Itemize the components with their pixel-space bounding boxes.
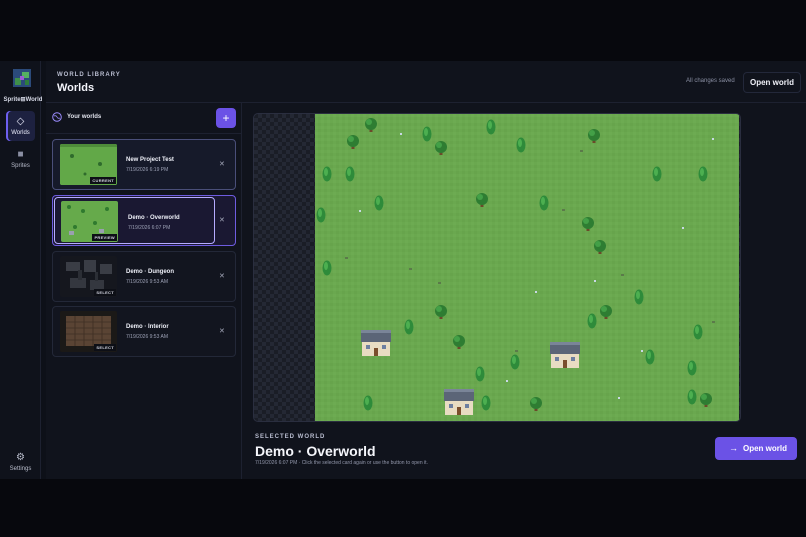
world-card-body[interactable]: SELECT Demo · Interior 7/19/2026 9:53 AM	[53, 307, 215, 354]
delete-world-close-icon[interactable]: ✕	[219, 216, 225, 224]
rail-item-label: Settings	[9, 466, 32, 472]
selected-world-eyebrow: SELECTED WORLD	[255, 434, 326, 440]
rail-item-settings[interactable]: ⚙ Settings	[6, 447, 35, 477]
rail-item-worlds[interactable]: ◇ Worlds	[6, 111, 35, 141]
world-list-panel: Your worlds + CURRENT New Project Test 7…	[46, 103, 242, 479]
logo-icon	[13, 69, 31, 87]
world-card-date: 7/19/2026 9:53 AM	[126, 334, 168, 340]
world-card-body[interactable]: SELECT Demo · Dungeon 7/19/2026 9:53 AM	[53, 252, 215, 299]
save-status: All changes saved	[686, 78, 735, 84]
page-eyebrow: WORLD LIBRARY	[57, 72, 121, 78]
diamond-icon: ◇	[16, 116, 25, 127]
open-world-header-button[interactable]: Open world	[743, 72, 801, 93]
open-world-button-label: Open world	[743, 444, 787, 453]
thumbnail-badge: PREVIEW	[92, 234, 117, 241]
world-map-preview	[315, 114, 739, 421]
world-card-date: 7/19/2026 6:19 PM	[126, 167, 169, 173]
world-thumbnail: PREVIEW	[61, 201, 118, 242]
gear-icon: ⚙	[16, 452, 25, 463]
world-thumbnail: CURRENT	[60, 144, 117, 185]
world-card-name: New Project Test	[126, 157, 174, 163]
main-area: WORLD LIBRARY Worlds All changes saved O…	[46, 61, 806, 479]
arrow-right-icon: →	[729, 443, 738, 453]
thumbnail-badge: SELECT	[94, 344, 116, 351]
world-card-date: 7/19/2026 9:53 AM	[126, 279, 168, 285]
app-logo: Sprite⊞World	[3, 69, 42, 103]
world-card-name: Demo · Interior	[126, 324, 169, 330]
page-header: WORLD LIBRARY Worlds All changes saved O…	[46, 61, 806, 103]
world-preview[interactable]	[253, 113, 741, 422]
world-thumbnail: SELECT	[60, 256, 117, 297]
selected-world-title: Demo · Overworld	[255, 443, 376, 459]
world-card-demo-interior[interactable]: SELECT Demo · Interior 7/19/2026 9:53 AM…	[52, 306, 236, 357]
rail-item-sprites[interactable]: ■ Sprites	[6, 144, 35, 174]
world-card-body[interactable]: CURRENT New Project Test 7/19/2026 6:19 …	[53, 140, 215, 187]
world-card-body[interactable]: PREVIEW Demo · Overworld 7/19/2026 6:07 …	[54, 197, 215, 244]
globe-icon	[52, 112, 62, 122]
delete-world-close-icon[interactable]: ✕	[219, 160, 225, 168]
world-list-title: Your worlds	[67, 114, 102, 120]
selected-world-hint: 7/19/2026 6:07 PM · Click the selected c…	[255, 460, 428, 466]
world-card-demo-dungeon[interactable]: SELECT Demo · Dungeon 7/19/2026 9:53 AM …	[52, 251, 236, 302]
square-icon: ■	[17, 149, 24, 160]
app-window: Sprite⊞World ◇ Worlds ■ Sprites ⚙ Settin…	[0, 61, 806, 479]
world-list-header: Your worlds +	[46, 103, 241, 134]
world-card-demo-overworld[interactable]: PREVIEW Demo · Overworld 7/19/2026 6:07 …	[52, 195, 236, 246]
delete-world-close-icon[interactable]: ✕	[219, 272, 225, 280]
open-world-button[interactable]: → Open world	[715, 437, 797, 460]
nav-rail: Sprite⊞World ◇ Worlds ■ Sprites ⚙ Settin…	[0, 61, 42, 479]
delete-world-close-icon[interactable]: ✕	[219, 327, 225, 335]
rail-item-label: Worlds	[11, 130, 30, 136]
logo-text: Sprite⊞World	[3, 97, 43, 103]
thumbnail-badge: SELECT	[94, 289, 116, 296]
world-card-date: 7/19/2026 6:07 PM	[128, 225, 171, 231]
add-world-button[interactable]: +	[216, 108, 236, 128]
world-thumbnail: SELECT	[60, 311, 117, 352]
thumbnail-badge: CURRENT	[90, 177, 116, 184]
rail-item-label: Sprites	[11, 163, 30, 169]
world-card-name: Demo · Overworld	[128, 215, 180, 221]
world-card-name: Demo · Dungeon	[126, 269, 174, 275]
page-title: Worlds	[57, 82, 95, 94]
world-card-new-project-test[interactable]: CURRENT New Project Test 7/19/2026 6:19 …	[52, 139, 236, 190]
